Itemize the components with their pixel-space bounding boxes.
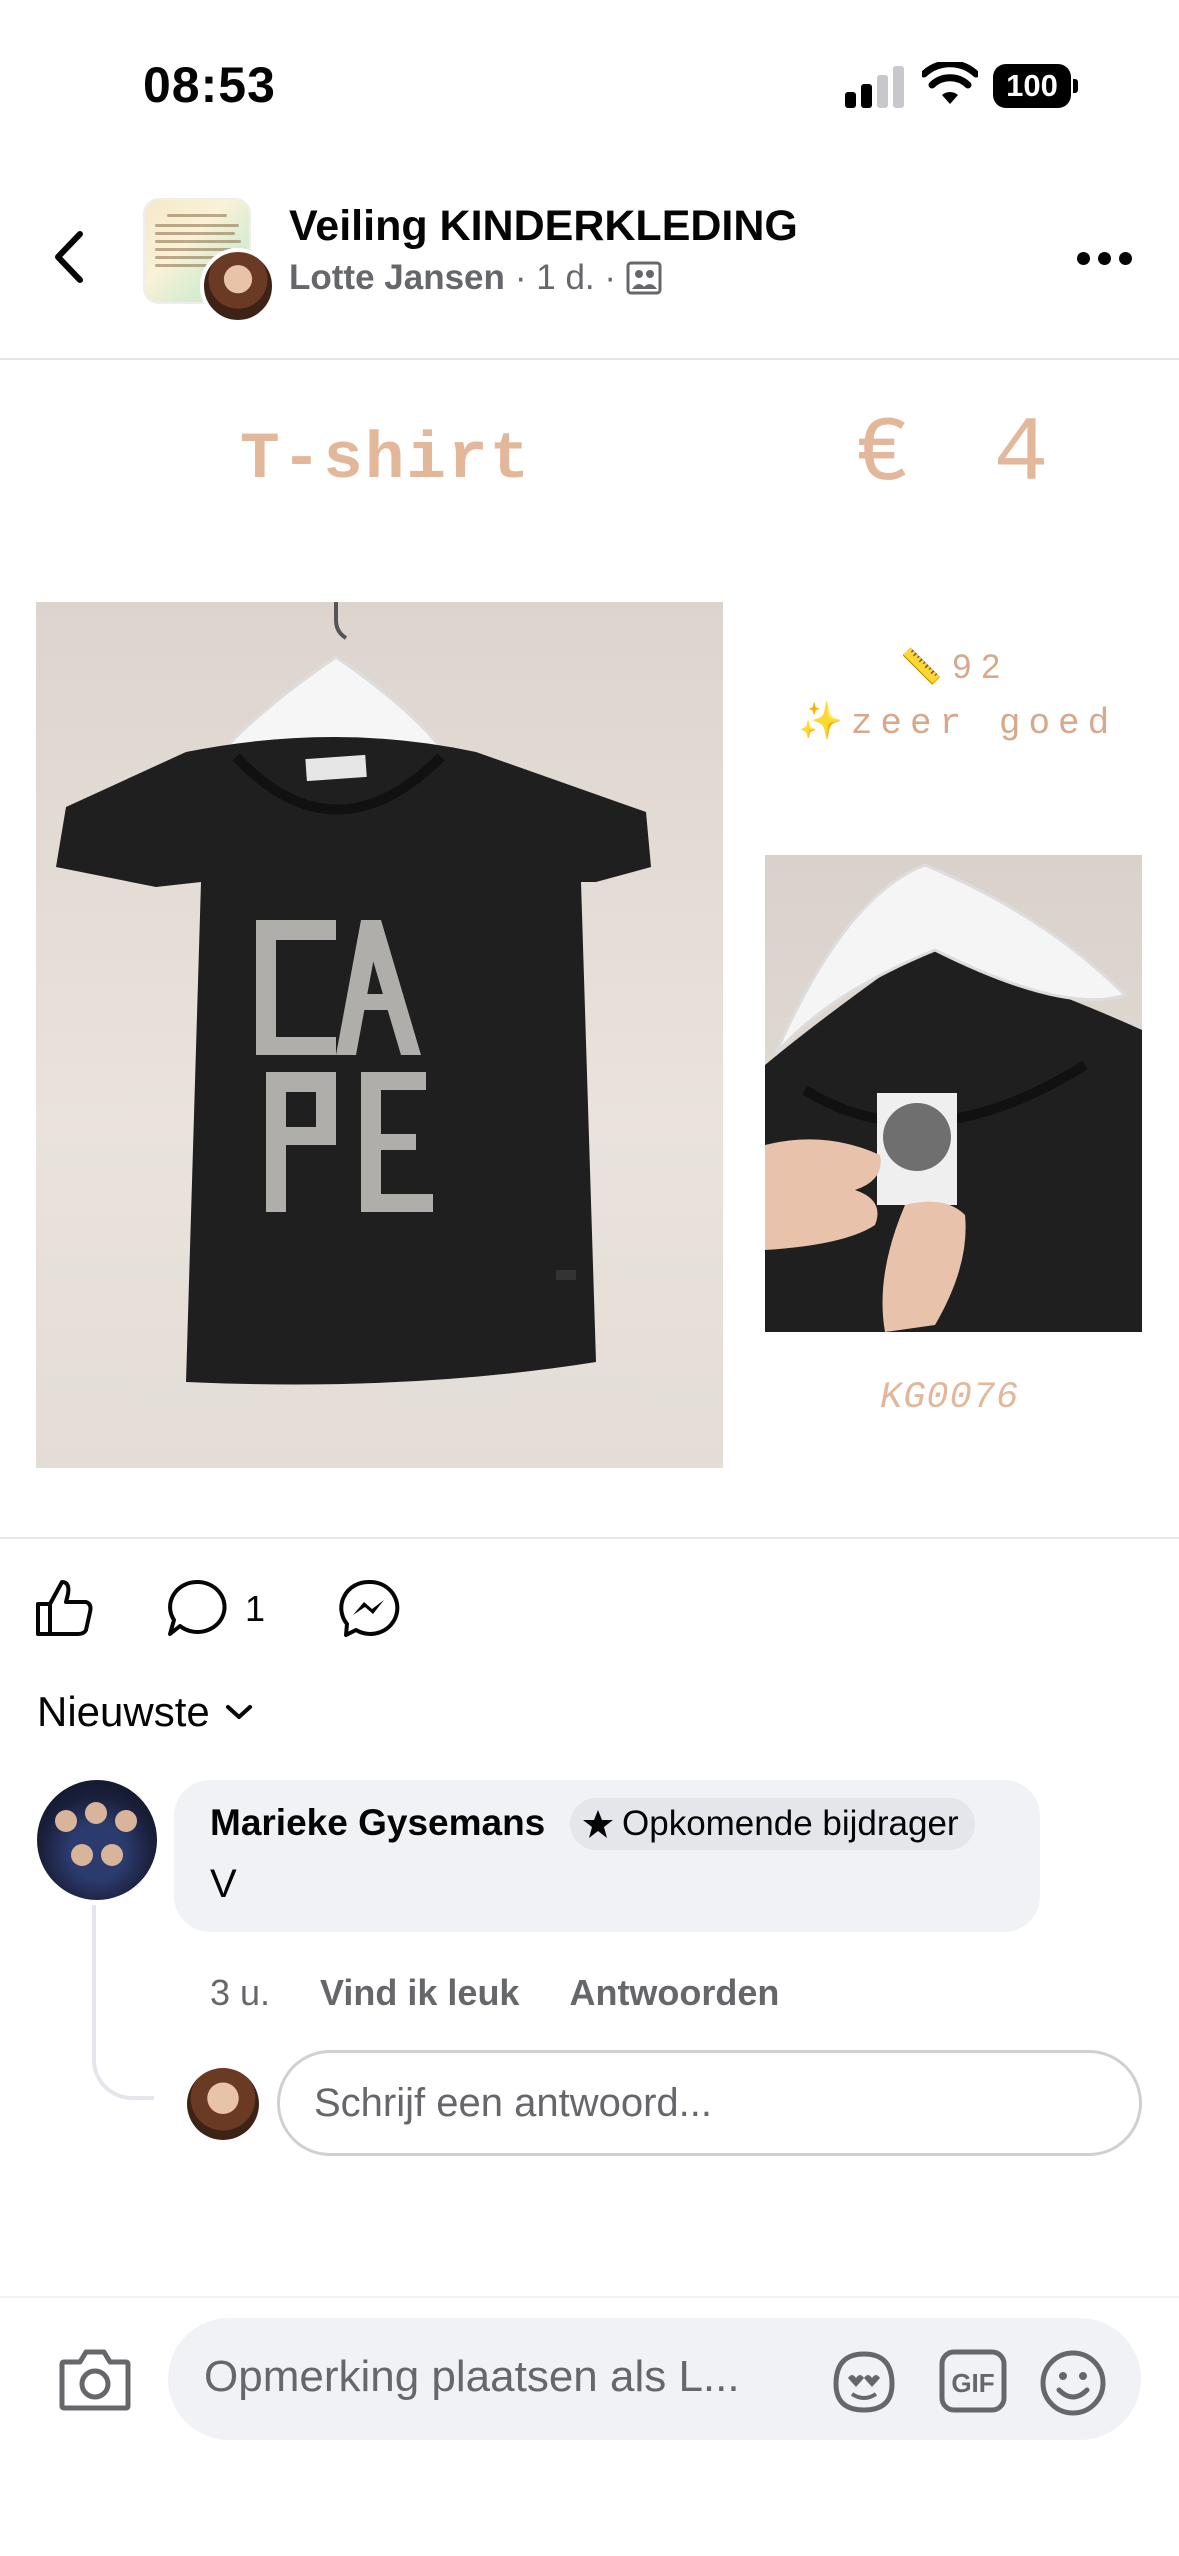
- more-options-icon[interactable]: [1075, 246, 1135, 270]
- chevron-down-icon: [225, 1705, 252, 1719]
- item-code: KG0076: [880, 1377, 1020, 1419]
- thread-connector: [92, 1905, 154, 2100]
- comment-like-button[interactable]: Vind ik leuk: [320, 1972, 519, 2014]
- badge-label: Opkomende bijdrager: [622, 1804, 959, 1843]
- battery-icon: 100: [993, 64, 1079, 108]
- commenter-avatar[interactable]: [37, 1780, 157, 1900]
- group-title[interactable]: Veiling KINDERKLEDING: [289, 202, 798, 251]
- item-name: T-shirt: [240, 422, 532, 497]
- sort-label: Nieuwste: [37, 1688, 210, 1735]
- divider: [0, 1537, 1179, 1539]
- post-image[interactable]: T-shirt € 4 📏92 ✨zeer goed KG0076: [0, 362, 1179, 1537]
- emoji-icon[interactable]: [1038, 2348, 1108, 2418]
- comment-count[interactable]: 1: [245, 1588, 265, 1630]
- comment-reply-button[interactable]: Antwoorden: [569, 1972, 779, 2014]
- item-condition: ✨zeer goed: [798, 703, 1118, 744]
- item-price: € 4: [855, 402, 1063, 507]
- post-time: · 1 d. ·: [514, 258, 617, 297]
- comment-composer: Opmerking plaatsen als L... GIF: [0, 2296, 1179, 2556]
- commenter-name[interactable]: Marieke Gysemans: [210, 1802, 545, 1844]
- status-bar: 08:53 100: [0, 0, 1179, 160]
- comment-input[interactable]: Opmerking plaatsen als L... GIF: [168, 2318, 1141, 2440]
- post-meta: Lotte Jansen · 1 d. ·: [289, 258, 662, 298]
- author-avatar[interactable]: [200, 248, 276, 324]
- contributor-badge[interactable]: Opkomende bijdrager: [570, 1798, 975, 1850]
- reply-input[interactable]: Schrijf een antwoord...: [277, 2050, 1142, 2156]
- battery-level: 100: [993, 64, 1071, 108]
- svg-text:GIF: GIF: [951, 2368, 994, 2398]
- cellular-signal-icon: [845, 64, 907, 108]
- star-icon: [583, 1810, 613, 1838]
- post-actions: 1: [0, 1570, 1179, 1650]
- messenger-share-icon[interactable]: [338, 1578, 400, 1638]
- gif-icon[interactable]: GIF: [938, 2348, 1008, 2414]
- camera-icon[interactable]: [58, 2346, 132, 2412]
- item-size: 📏92: [900, 648, 1011, 686]
- comment-icon[interactable]: [166, 1578, 228, 1638]
- comment-time: 3 u.: [210, 1972, 271, 2013]
- comment-sort-dropdown[interactable]: Nieuwste: [37, 1688, 254, 1736]
- comment-input-placeholder: Opmerking plaatsen als L...: [204, 2352, 740, 2401]
- post-header: Veiling KINDERKLEDING Lotte Jansen · 1 d…: [0, 160, 1179, 360]
- comment-bubble[interactable]: Marieke Gysemans Opkomende bijdrager V: [174, 1780, 1040, 1932]
- comment-meta: 3 u. Vind ik leuk Antwoorden: [210, 1972, 779, 2014]
- back-arrow-icon[interactable]: [42, 222, 98, 292]
- wifi-icon: [922, 62, 978, 104]
- tshirt-photo: [36, 602, 723, 1468]
- size-label-photo: [765, 855, 1142, 1332]
- clock: 08:53: [143, 57, 276, 113]
- author-name[interactable]: Lotte Jansen: [289, 258, 505, 298]
- avatar-sticker-icon[interactable]: [828, 2348, 900, 2414]
- group-members-icon: [626, 261, 662, 295]
- comment-text: V: [210, 1862, 237, 1906]
- reply-user-avatar: [187, 2068, 259, 2140]
- like-icon[interactable]: [34, 1576, 96, 1638]
